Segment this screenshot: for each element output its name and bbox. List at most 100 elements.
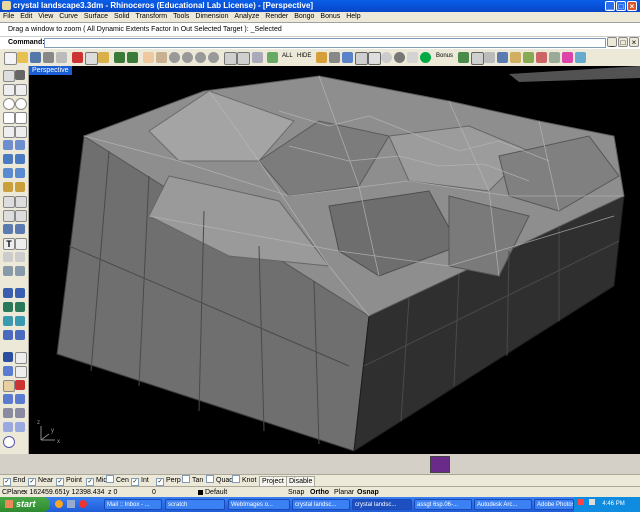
menu-edit[interactable]: Edit	[20, 13, 32, 20]
tray-network-icon[interactable]	[588, 499, 595, 505]
menu-render[interactable]: Render	[265, 13, 288, 20]
copy-object-icon[interactable]	[15, 182, 25, 192]
drape-icon[interactable]	[3, 352, 13, 362]
menu-file[interactable]: File	[3, 13, 14, 20]
dimension-icon[interactable]	[15, 238, 27, 250]
material-icon[interactable]	[394, 52, 405, 63]
viewport-layout-icon[interactable]	[224, 52, 237, 65]
maximize-button[interactable]: □	[616, 1, 626, 11]
toolbar-extra-1-icon[interactable]	[458, 52, 469, 63]
osnap-point-checkbox[interactable]: ✓	[56, 478, 64, 486]
menu-analyze[interactable]: Analyze	[234, 13, 259, 20]
curvature-icon[interactable]	[15, 302, 25, 312]
curve-icon[interactable]	[15, 84, 27, 96]
task-assignment[interactable]: assgt 6sp.06-...	[414, 499, 472, 510]
control-points-icon[interactable]	[15, 330, 25, 340]
arc-icon[interactable]	[15, 98, 27, 110]
quicklaunch-media-icon[interactable]	[79, 500, 87, 508]
move-icon[interactable]	[3, 182, 13, 192]
toolbar-extra-10-icon[interactable]	[575, 52, 586, 63]
zebra-icon[interactable]	[3, 316, 13, 326]
osnap-int-checkbox[interactable]: ✓	[131, 478, 139, 486]
toolbar-extra-3-icon[interactable]	[484, 52, 495, 63]
rotate-view-icon[interactable]	[156, 52, 167, 63]
zoom-icon[interactable]	[169, 52, 180, 63]
command-input[interactable]	[44, 38, 606, 48]
menu-help[interactable]: Help	[346, 13, 360, 20]
tray-alert-icon[interactable]	[578, 499, 584, 505]
text-icon[interactable]: T	[3, 238, 15, 250]
surface-icon[interactable]	[3, 140, 13, 150]
solid-sphere-icon[interactable]	[15, 154, 25, 164]
draft-angle-icon[interactable]	[15, 316, 25, 326]
loft-icon[interactable]	[3, 408, 13, 418]
minimize-button[interactable]: _	[605, 1, 615, 11]
shade-icon[interactable]	[355, 52, 368, 65]
viewport-title-tab[interactable]: Perspective	[29, 66, 72, 75]
menu-bongo[interactable]: Bongo	[294, 13, 314, 20]
menu-surface[interactable]: Surface	[84, 13, 108, 20]
sphere-render-icon[interactable]	[381, 52, 392, 63]
new-file-icon[interactable]	[4, 52, 17, 65]
show-icon[interactable]	[267, 52, 278, 63]
osnap-mid-checkbox[interactable]: ✓	[86, 478, 94, 486]
point-icon[interactable]	[15, 70, 25, 80]
zoom-extents-icon[interactable]	[195, 52, 206, 63]
task-crystal-landscape-1[interactable]: crystal landsc...	[292, 499, 350, 510]
rectangle-icon[interactable]	[3, 112, 15, 124]
layout-icon[interactable]	[15, 266, 25, 276]
osnap-quad-checkbox[interactable]	[206, 475, 214, 483]
task-webimages[interactable]: WebImages o...	[228, 499, 290, 510]
task-scratch[interactable]: scratch	[165, 499, 225, 510]
quicklaunch-desktop-icon[interactable]	[67, 500, 75, 508]
block-icon[interactable]	[15, 252, 25, 262]
osnap-end-checkbox[interactable]: ✓	[3, 478, 11, 486]
free-form-icon[interactable]	[3, 126, 15, 138]
polyline-icon[interactable]	[3, 84, 15, 96]
toolbar-extra-9-icon[interactable]	[562, 52, 573, 63]
mesh-icon[interactable]	[3, 168, 13, 178]
toolbar-extra-4-icon[interactable]	[497, 52, 508, 63]
menu-bonus[interactable]: Bonus	[320, 13, 340, 20]
rotate-icon[interactable]	[3, 196, 15, 208]
network-srf-icon[interactable]	[15, 422, 25, 432]
start-button[interactable]: start	[0, 497, 50, 512]
menu-curve[interactable]: Curve	[59, 13, 78, 20]
toolbar-extra-6-icon[interactable]	[523, 52, 534, 63]
copy-icon[interactable]	[85, 52, 98, 65]
task-adobe-photoshop[interactable]: Adobe Photos...	[534, 499, 574, 510]
analyze-icon[interactable]	[3, 302, 13, 312]
layer-swatch-icon[interactable]	[430, 456, 450, 473]
menu-transform[interactable]: Transform	[136, 13, 168, 20]
menu-solid[interactable]: Solid	[114, 13, 130, 20]
osnap-near-checkbox[interactable]: ✓	[28, 478, 36, 486]
save-icon[interactable]	[30, 52, 41, 63]
osnap-perp-checkbox[interactable]: ✓	[156, 478, 164, 486]
hide-label[interactable]: HIDE	[297, 53, 311, 59]
trim-icon[interactable]	[3, 224, 13, 234]
menu-view[interactable]: View	[38, 13, 53, 20]
split-icon[interactable]	[15, 224, 25, 234]
bonus-label[interactable]: Bonus	[436, 53, 453, 59]
sketch-icon[interactable]	[15, 352, 27, 364]
layer-icon[interactable]	[329, 52, 340, 63]
menu-tools[interactable]: Tools	[173, 13, 189, 20]
menu-dimension[interactable]: Dimension	[195, 13, 228, 20]
perspective-viewport[interactable]: x y z	[29, 66, 640, 454]
four-views-icon[interactable]	[237, 52, 250, 65]
show-all-label[interactable]: ALL	[282, 53, 293, 59]
curve-from-object-icon[interactable]	[15, 126, 27, 138]
osnap-tan-checkbox[interactable]	[182, 475, 190, 483]
task-crystal-landscape-2[interactable]: crystal landsc...	[352, 499, 412, 510]
lock-icon[interactable]	[316, 52, 327, 63]
command-close-icon[interactable]: ×	[629, 37, 639, 47]
pan-hand-icon[interactable]	[143, 52, 154, 63]
osnap-knot-checkbox[interactable]	[232, 475, 240, 483]
toolbar-extra-5-icon[interactable]	[510, 52, 521, 63]
group-icon[interactable]	[3, 252, 13, 262]
close-button[interactable]: ×	[627, 1, 637, 11]
mirror-icon[interactable]	[3, 210, 15, 222]
print-icon[interactable]	[43, 52, 54, 63]
undo-icon[interactable]	[114, 52, 125, 63]
blend-icon[interactable]	[15, 366, 27, 378]
